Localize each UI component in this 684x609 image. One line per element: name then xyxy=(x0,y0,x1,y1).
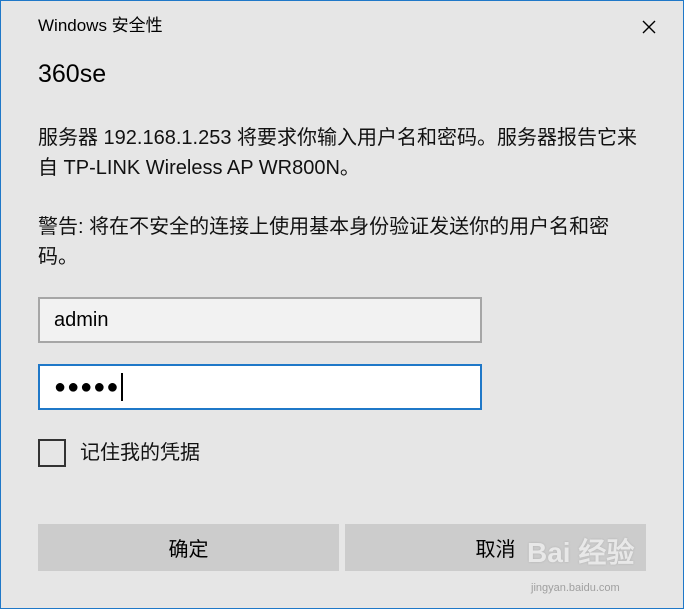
password-field[interactable]: ●●●●● xyxy=(38,364,482,410)
username-field[interactable] xyxy=(38,297,482,343)
window-title: Windows 安全性 xyxy=(38,16,163,35)
baidu-watermark: Bai 经验 jingyan.baidu.com xyxy=(527,535,677,605)
ok-button[interactable]: 确定 xyxy=(38,524,339,571)
remember-checkbox[interactable] xyxy=(38,439,66,467)
credentials-dialog: Windows 安全性 360se 服务器 192.168.1.253 将要求你… xyxy=(0,0,684,609)
watermark-url: jingyan.baidu.com xyxy=(531,582,620,594)
text-caret xyxy=(121,373,124,401)
remember-credentials-option[interactable]: 记住我的凭据 xyxy=(38,438,200,468)
remember-label: 记住我的凭据 xyxy=(80,442,200,464)
site-name: 360se xyxy=(38,60,107,88)
close-icon xyxy=(642,20,656,34)
watermark-logo-text: Bai 经验 xyxy=(527,537,635,568)
close-button[interactable] xyxy=(633,11,665,43)
password-mask: ●●●●● xyxy=(54,376,120,398)
server-message: 服务器 192.168.1.253 将要求你输入用户名和密码。服务器报告它来自 … xyxy=(38,127,638,179)
security-warning: 警告: 将在不安全的连接上使用基本身份验证发送你的用户名和密码。 xyxy=(38,216,610,268)
